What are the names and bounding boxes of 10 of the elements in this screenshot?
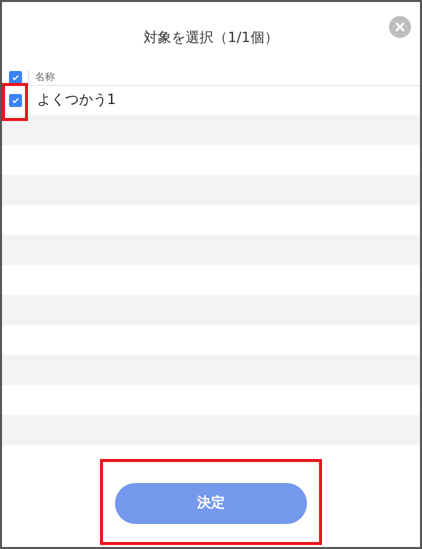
check-icon [11,96,20,105]
check-icon [11,73,20,82]
checkbox[interactable] [9,71,22,84]
dialog-title: 対象を選択（1/1個） [144,28,278,48]
column-header: 名称 [35,71,55,85]
close-button[interactable] [389,16,411,38]
close-icon [394,21,406,33]
row-name: よくつかう1 [36,91,116,110]
confirm-button[interactable]: 決定 [115,482,307,524]
checkbox[interactable] [9,94,22,107]
